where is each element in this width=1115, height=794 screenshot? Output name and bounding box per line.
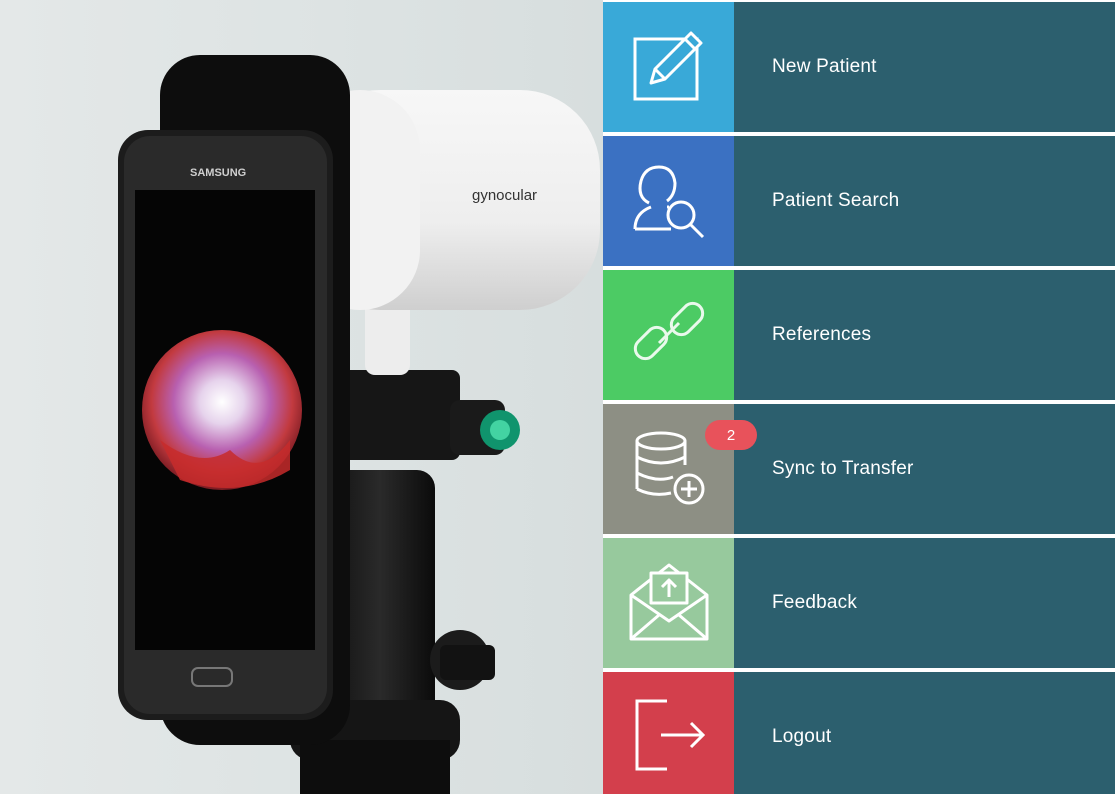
menu-item-new-patient[interactable]: New Patient <box>603 2 1115 132</box>
menu-item-label: Patient Search <box>772 190 900 211</box>
link-icon <box>627 291 711 380</box>
menu-label-area: References <box>734 270 1115 400</box>
menu-tile-logout <box>603 672 734 794</box>
edit-icon <box>629 25 709 110</box>
menu-item-label: Logout <box>772 726 832 747</box>
menu-item-sync-to-transfer[interactable]: Sync to Transfer 2 <box>603 404 1115 534</box>
menu-item-feedback[interactable]: Feedback <box>603 538 1115 668</box>
menu-item-logout[interactable]: Logout <box>603 672 1115 794</box>
menu-tile-references <box>603 270 734 400</box>
menu-item-label: References <box>772 324 872 345</box>
notification-badge: 2 <box>705 420 757 450</box>
menu-item-references[interactable]: References <box>603 270 1115 400</box>
product-photo: gynocular SAMSUNG <box>0 0 603 794</box>
database-add-icon <box>627 425 711 514</box>
logout-icon <box>627 693 711 782</box>
menu-item-label: Sync to Transfer <box>772 458 914 479</box>
phone-brand-text: SAMSUNG <box>190 167 246 179</box>
menu-label-area: New Patient <box>734 2 1115 132</box>
menu-label-area: Logout <box>734 672 1115 794</box>
menu-label-area: Sync to Transfer <box>734 404 1115 534</box>
menu-item-label: Feedback <box>772 592 858 613</box>
menu-tile-new-patient <box>603 2 734 132</box>
device-brand-text: gynocular <box>472 187 537 204</box>
menu-tile-patient-search <box>603 136 734 266</box>
menu-tile-feedback <box>603 538 734 668</box>
menu-item-label: New Patient <box>772 56 877 77</box>
main-menu: New Patient Patient Search References Sy… <box>603 0 1115 794</box>
mail-upload-icon <box>625 559 713 648</box>
colposcope-illustration: gynocular SAMSUNG <box>118 55 600 794</box>
menu-label-area: Patient Search <box>734 136 1115 266</box>
menu-item-patient-search[interactable]: Patient Search <box>603 136 1115 266</box>
user-search-icon <box>627 157 711 246</box>
menu-label-area: Feedback <box>734 538 1115 668</box>
